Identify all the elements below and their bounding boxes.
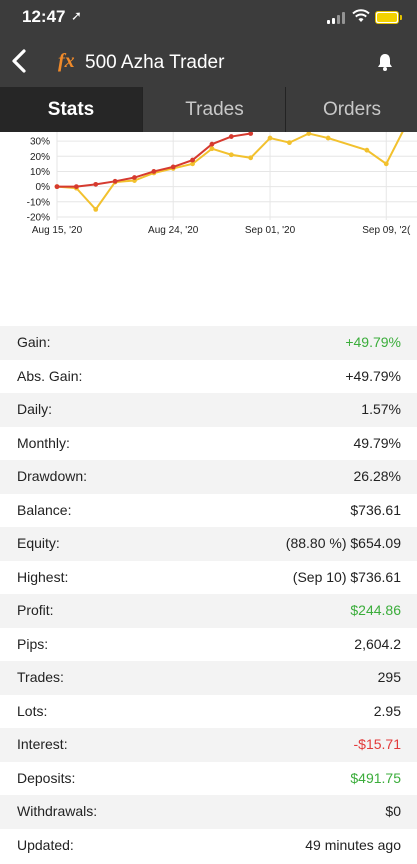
data-point [209,146,215,152]
stat-value: 295 [377,669,401,685]
stat-label: Gain: [17,334,51,350]
wifi-icon [352,9,370,22]
data-point [93,206,99,212]
status-time: 12:47 [22,7,66,26]
stat-label: Highest: [17,568,69,585]
stat-row: Withdrawals: $0 [0,795,417,829]
stat-value: 1.57% [361,401,401,417]
status-bar: 12:47 ➚ [0,0,417,36]
stat-label: Profit: [17,602,54,618]
stat-value: 49.79% [353,434,401,451]
data-point [151,169,157,174]
nav-bar: fx 500 Azha Trader [0,36,417,87]
stat-row: Equity: (88.80 %) $654.09 [0,527,417,561]
data-point [93,181,99,187]
stat-value: $0 [385,803,401,819]
data-point [248,132,254,136]
stat-value: 49 minutes ago [305,836,401,853]
data-point [364,147,370,153]
tab-bar: Stats Trades Orders [0,87,417,132]
y-tick-label: 20% [30,152,50,163]
tab-trades[interactable]: Trades [142,87,286,132]
data-point [383,161,389,167]
battery-icon [375,11,402,24]
series-line [56,132,404,211]
stat-row: Profit: $244.86 [0,594,417,628]
stat-value: (Sep 10) $736.61 [292,568,401,585]
stat-row: Pips: 2,604.2 [0,628,417,662]
stat-label: Lots: [17,702,48,719]
stat-value: 2.95 [373,702,401,719]
stat-value: -$15.71 [353,736,401,752]
stat-value: $244.86 [350,602,401,618]
x-tick-label: Sep 09, '2( [362,225,411,236]
data-point [112,178,118,184]
fx-logo-icon: fx [58,50,75,72]
y-tick-label: 0% [36,182,51,193]
stat-value: $491.75 [350,769,401,786]
data-point [267,135,273,141]
bell-icon[interactable] [375,52,395,72]
data-point [287,140,292,146]
y-tick-label: 10% [30,167,50,178]
stat-row: Trades: 295 [0,661,417,695]
y-tick-label: 30% [30,137,50,148]
data-point [73,184,79,190]
stat-value: 26.28% [353,468,401,484]
data-point [170,164,176,170]
stat-row: Drawdown: 26.28% [0,460,417,494]
stats-table: Gain: +49.79% Abs. Gain: +49.79% Daily: 1.57%… [0,326,417,862]
stat-value: +49.79% [345,334,401,350]
chart-canvas: -20% -10% 0% 10% 20% 30% Aug 15, '20 Aug 24, '2… [27,132,417,236]
stat-row: Abs. Gain: +49.79% [0,360,417,394]
stat-row: Interest: -$15.71 [0,728,417,762]
stat-label: Deposits: [17,769,76,786]
stat-row: Deposits: $491.75 [0,762,417,796]
page-title: 500 Azha Trader [85,52,225,73]
data-point [248,155,254,161]
stat-label: Withdrawals: [17,803,98,819]
x-tick-label: Sep 01, '20 [245,225,296,236]
signal-icon [327,12,347,24]
stat-label: Daily: [17,401,53,417]
stat-row: Daily: 1.57% [0,393,417,427]
stat-label: Updated: [17,836,74,853]
stat-label: Drawdown: [17,468,88,484]
stat-value: 2,604.2 [354,635,401,652]
stat-label: Abs. Gain: [17,367,83,384]
x-tick-label: Aug 24, '20 [148,225,199,236]
y-tick-label: -10% [27,197,50,208]
data-point [209,141,215,147]
stat-row: Gain: +49.79% [0,326,417,360]
stat-value: $736.61 [350,501,401,518]
back-chevron-icon[interactable] [6,44,34,78]
location-arrow-icon: ➚ [71,8,82,23]
stat-label: Balance: [17,501,72,518]
stat-row: Balance: $736.61 [0,494,417,528]
stat-row: Updated: 49 minutes ago [0,829,417,863]
stat-label: Trades: [17,669,64,685]
y-tick-label: -20% [27,212,50,223]
equity-growth-chart: -20% -10% 0% 10% 20% 30% Aug 15, '20 Aug 24, '2… [0,132,417,242]
data-point [228,134,234,139]
stat-label: Monthly: [17,434,70,451]
data-point [228,152,234,158]
stat-label: Interest: [17,736,68,752]
tab-orders[interactable]: Orders [285,87,417,132]
tab-stats[interactable]: Stats [0,87,142,132]
stat-row: Monthly: 49.79% [0,427,417,461]
stat-row: Highest: (Sep 10) $736.61 [0,561,417,595]
x-tick-label: Aug 15, '20 [32,225,83,236]
data-point [325,135,331,141]
data-point [54,184,60,190]
stat-value: (88.80 %) $654.09 [285,535,401,551]
stat-label: Pips: [17,635,49,652]
stat-row: Lots: 2.95 [0,695,417,729]
data-point [132,175,137,180]
stat-label: Equity: [17,535,60,551]
stat-value: +49.79% [345,367,401,384]
data-point [190,157,195,163]
